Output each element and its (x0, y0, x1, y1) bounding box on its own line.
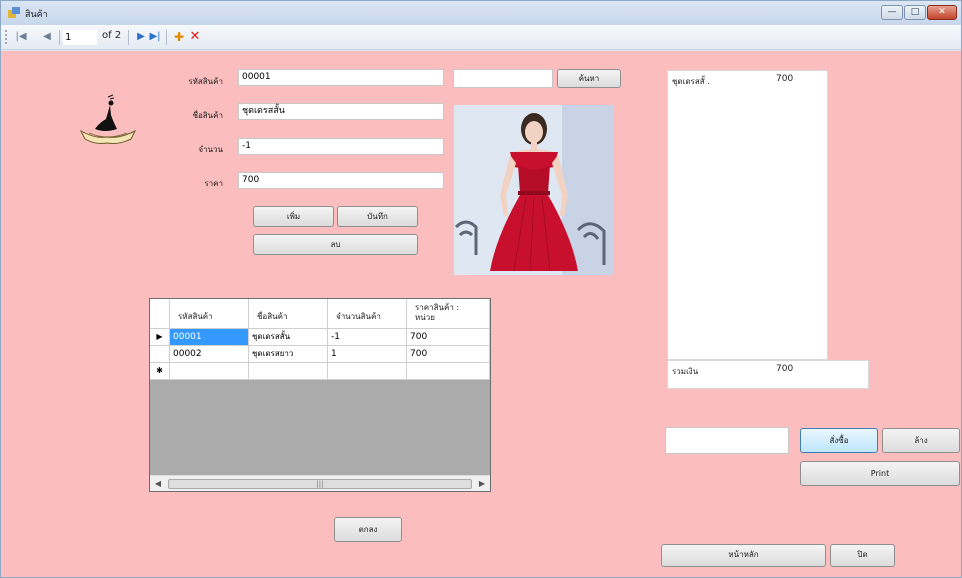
toolbar-separator (59, 30, 60, 45)
table-cell[interactable]: ชุดเดรสสั้น (249, 329, 328, 346)
price-label: ราคา (204, 179, 223, 188)
cart-item-name: ชุดเดรสสั้ . (672, 77, 710, 86)
product-id-field[interactable]: 00001 (238, 69, 444, 86)
grid-corner (150, 299, 170, 329)
order-button[interactable]: สั่งซื้อ (800, 428, 878, 453)
scroll-thumb[interactable]: ||| (168, 479, 472, 489)
ok-button[interactable]: ตกลง (334, 517, 402, 542)
toolbar-grip[interactable] (5, 30, 8, 44)
delete-button[interactable]: ลบ (253, 234, 418, 255)
window-title: สินค้า (25, 10, 48, 20)
title-bar: สินค้า — □ ✕ (1, 1, 961, 25)
app-icon (8, 7, 20, 18)
quantity-label: จำนวน (198, 145, 223, 154)
shop-logo (79, 94, 137, 144)
product-id-label: รหัสสินค้า (188, 77, 223, 86)
scroll-left-icon[interactable]: ◀ (150, 476, 166, 492)
table-cell[interactable]: 700 (407, 346, 490, 363)
table-cell[interactable]: ชุดเดรสยาว (249, 346, 328, 363)
record-count: of 2 (102, 30, 122, 41)
scroll-right-icon[interactable]: ▶ (474, 476, 490, 492)
product-name-label: ชื่อสินค้า (192, 111, 223, 120)
cart-item-price: 700 (776, 74, 794, 84)
product-image (454, 105, 614, 275)
column-header[interactable]: ชื่อสินค้า (249, 299, 328, 329)
app-window: สินค้า — □ ✕ |◀ ◀ 1 of 2 ▶ ▶| ✚ ✕ รหัสสิ… (0, 0, 962, 578)
product-name-field[interactable]: ชุดเดรสสั้น (238, 103, 444, 120)
quantity-field[interactable]: -1 (238, 138, 444, 155)
maximize-icon: □ (910, 7, 920, 17)
search-input[interactable] (453, 69, 553, 88)
binding-navigator: |◀ ◀ 1 of 2 ▶ ▶| ✚ ✕ (1, 25, 961, 50)
column-header[interactable]: จำนวนสินค้า (328, 299, 407, 329)
total-label: รวมเงิน (672, 367, 699, 376)
delete-icon[interactable]: ✕ (187, 29, 203, 45)
row-header[interactable] (150, 346, 170, 363)
close-button[interactable]: ปิด (830, 544, 895, 567)
total-box: รวมเงิน 700 (667, 360, 869, 389)
close-window-button[interactable]: ✕ (927, 5, 957, 20)
table-cell[interactable]: 700 (407, 329, 490, 346)
total-value: 700 (776, 364, 794, 374)
payment-input[interactable] (665, 427, 789, 454)
table-cell[interactable]: -1 (328, 329, 407, 346)
close-icon: ✕ (938, 7, 946, 17)
minimize-icon: — (887, 7, 897, 17)
price-field[interactable]: 700 (238, 172, 444, 189)
column-header[interactable]: รหัสสินค้า (170, 299, 249, 329)
column-header[interactable]: ราคาสินค้า : หน่วย (407, 299, 490, 329)
print-button[interactable]: Print (800, 461, 960, 486)
table-cell[interactable] (249, 363, 328, 380)
save-button[interactable]: บันทึก (337, 206, 418, 227)
row-header-current[interactable]: ▶ (150, 329, 170, 346)
toolbar-separator (128, 30, 129, 45)
add-button[interactable]: เพิ่ม (253, 206, 334, 227)
add-new-icon[interactable]: ✚ (171, 29, 187, 45)
minimize-button[interactable]: — (881, 5, 903, 20)
horizontal-scrollbar[interactable]: ◀ ||| ▶ (150, 475, 490, 491)
move-first-icon[interactable]: |◀ (13, 29, 29, 45)
cart-list[interactable]: ชุดเดรสสั้ . 700 (667, 70, 828, 360)
table-cell[interactable] (328, 363, 407, 380)
clear-button[interactable]: ล้าง (882, 428, 960, 453)
form-body: รหัสสินค้า ชื่อสินค้า จำนวน ราคา 00001 ช… (1, 51, 961, 577)
table-cell[interactable] (170, 363, 249, 380)
home-button[interactable]: หน้าหลัก (661, 544, 826, 567)
move-last-icon[interactable]: ▶| (147, 29, 163, 45)
move-previous-icon[interactable]: ◀ (39, 29, 55, 45)
table-cell[interactable] (407, 363, 490, 380)
search-button[interactable]: ค้นหา (557, 69, 621, 88)
table-cell[interactable]: 00001 (170, 329, 249, 346)
row-header-new[interactable]: ✱ (150, 363, 170, 380)
dress-picture (454, 105, 614, 275)
products-grid[interactable]: รหัสสินค้า ชื่อสินค้า จำนวนสินค้า ราคาสิ… (149, 298, 491, 492)
table-cell[interactable]: 00002 (170, 346, 249, 363)
toolbar-separator (166, 30, 167, 45)
position-input[interactable]: 1 (63, 30, 97, 45)
maximize-button[interactable]: □ (904, 5, 926, 20)
table-cell[interactable]: 1 (328, 346, 407, 363)
